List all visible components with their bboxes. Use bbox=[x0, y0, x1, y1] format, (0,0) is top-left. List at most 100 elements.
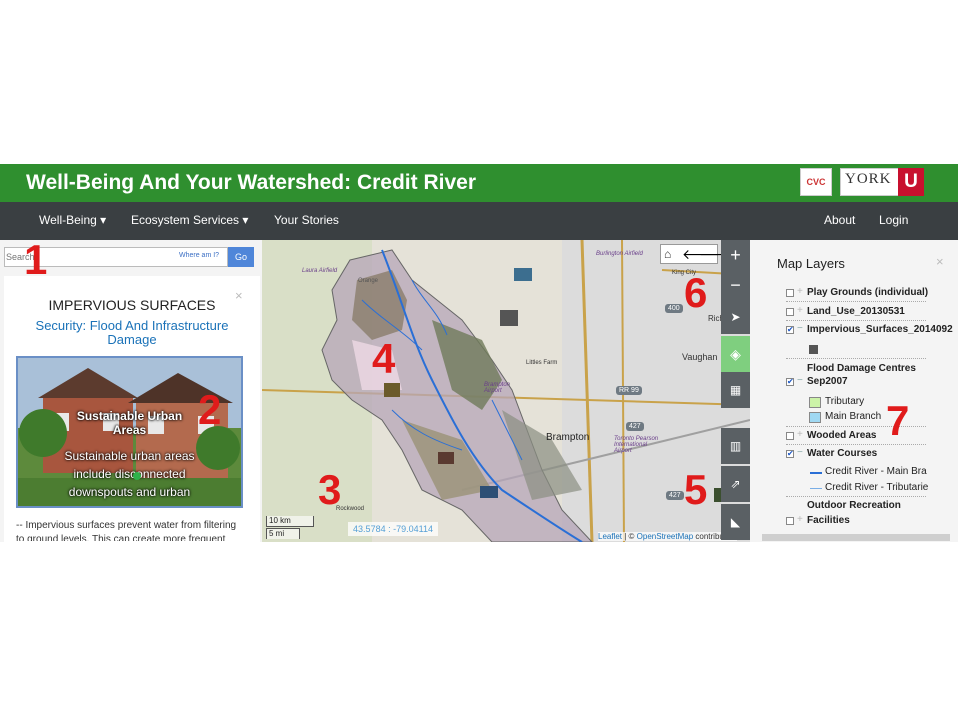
zoom-out-button[interactable]: − bbox=[721, 270, 750, 300]
divider bbox=[786, 444, 926, 446]
basemap-button[interactable]: ▦ bbox=[721, 372, 750, 408]
annotation-7: 7 bbox=[886, 397, 910, 444]
divider bbox=[786, 358, 926, 360]
divider bbox=[786, 320, 926, 322]
image-caption-line-3: downspouts and urban bbox=[68, 485, 191, 499]
collapse-minus-icon[interactable]: − bbox=[797, 447, 803, 458]
layers-icon: ◈ bbox=[730, 346, 741, 362]
leaflet-link[interactable]: Leaflet bbox=[598, 532, 622, 541]
osm-link[interactable]: OpenStreetMap bbox=[637, 532, 693, 541]
map-label-brampton: Brampton bbox=[546, 432, 590, 443]
divider bbox=[786, 496, 926, 498]
popup-description: -- Impervious surfaces prevent water fro… bbox=[16, 519, 261, 541]
page-title: Well-Being And Your Watershed: Credit Ri… bbox=[26, 171, 477, 194]
cvc-logo-text: CVC bbox=[806, 177, 826, 187]
layer-label-sep2007: Sep2007 bbox=[807, 376, 848, 387]
layer-label-playgrounds: Play Grounds (individual) bbox=[807, 287, 929, 298]
popup-title: IMPERVIOUS SURFACES bbox=[48, 297, 216, 313]
york-logo-u: U bbox=[898, 168, 924, 196]
layer-label-facilities: Facilities bbox=[807, 515, 850, 526]
nav-well-being[interactable]: Well-Being ▾ bbox=[39, 213, 106, 227]
layer-checkbox-impervious[interactable]: ✔ bbox=[786, 326, 794, 334]
map-label-laura: Laura Airfield bbox=[302, 268, 338, 274]
nav-login[interactable]: Login bbox=[879, 213, 908, 227]
layer-checkbox-playgrounds[interactable] bbox=[786, 289, 794, 297]
legend-line-main bbox=[810, 472, 822, 474]
layer-checkbox-wooded[interactable] bbox=[786, 432, 794, 440]
expand-button[interactable]: ◣ bbox=[721, 504, 750, 540]
legend-label-water-tributary: Credit River - Tributarie bbox=[825, 482, 928, 493]
annotation-2: 2 bbox=[198, 386, 222, 433]
legend-label-main-branch: Main Branch bbox=[825, 411, 882, 422]
layer-label-flood-damage: Flood Damage Centres bbox=[807, 363, 916, 374]
legend-swatch-tributary bbox=[809, 397, 821, 408]
map-attribution: Leaflet | © OpenStreetMap contributors bbox=[598, 532, 738, 541]
scale-km: 10 km bbox=[266, 516, 314, 527]
map-label-burlington: Burlington Airfield bbox=[596, 251, 643, 257]
layers-scrollbar[interactable] bbox=[762, 534, 950, 541]
chart-button[interactable]: ▥ bbox=[721, 428, 750, 464]
layers-button[interactable]: ◈ bbox=[721, 336, 750, 372]
layer-checkbox-facilities[interactable] bbox=[786, 517, 794, 525]
image-caption-line-1: Sustainable urban areas bbox=[64, 449, 195, 463]
layer-label-water-courses: Water Courses bbox=[807, 448, 878, 459]
layer-label-wooded: Wooded Areas bbox=[807, 430, 877, 441]
legend-label-water-main: Credit River - Main Bra bbox=[825, 466, 927, 477]
expand-plus-icon[interactable]: + bbox=[797, 514, 803, 525]
annotation-5: 5 bbox=[684, 466, 708, 513]
divider bbox=[786, 301, 926, 303]
road-shield-427a: 427 bbox=[626, 422, 644, 431]
layer-checkbox-flood-damage[interactable]: ✔ bbox=[786, 378, 794, 386]
map-nav-toolbar: ⌂ 🡐 🡒 bbox=[660, 244, 737, 264]
road-shield-427b: 427 bbox=[666, 491, 684, 500]
collapse-minus-icon[interactable]: − bbox=[797, 323, 803, 334]
legend-swatch-impervious bbox=[809, 345, 818, 354]
locate-button[interactable]: ➤ bbox=[721, 300, 750, 334]
search-go-button[interactable]: Go bbox=[228, 247, 254, 267]
map-label-littles-farm: Littles Farm bbox=[526, 360, 558, 366]
map-label-pearson: Toronto Pearson International Airport bbox=[614, 436, 659, 454]
share-button[interactable]: ⇗ bbox=[721, 466, 750, 502]
basemap-icon: ▦ bbox=[729, 383, 742, 397]
layers-close-icon[interactable]: × bbox=[936, 254, 944, 269]
road-shield-400: 400 bbox=[665, 304, 683, 313]
road-shield-rr99: RR 99 bbox=[616, 386, 642, 395]
layers-title: Map Layers bbox=[777, 256, 845, 271]
annotation-4: 4 bbox=[372, 335, 396, 382]
expand-icon: ◣ bbox=[730, 515, 741, 529]
collapse-minus-icon[interactable]: − bbox=[797, 375, 803, 386]
expand-plus-icon[interactable]: + bbox=[797, 305, 803, 316]
popup-subtitle: Security: Flood And Infrastructure Damag… bbox=[35, 318, 229, 347]
image-caption-line-2: include disconnected bbox=[73, 467, 186, 481]
cvc-logo[interactable]: CVC bbox=[800, 168, 832, 196]
carousel-indicator[interactable] bbox=[133, 472, 141, 480]
description-line-2: to ground levels. This can create more f… bbox=[16, 534, 226, 541]
map-label-orange: Orange bbox=[358, 278, 379, 284]
home-icon[interactable]: ⌂ bbox=[664, 247, 671, 261]
location-arrow-icon: ➤ bbox=[730, 310, 741, 324]
description-line-1: -- Impervious surfaces prevent water fro… bbox=[16, 520, 237, 531]
scale-mi: 5 mi bbox=[266, 528, 300, 539]
expand-plus-icon[interactable]: + bbox=[797, 286, 803, 297]
nav-your-stories[interactable]: Your Stories bbox=[274, 213, 339, 227]
annotation-6: 6 bbox=[684, 269, 708, 316]
map-label-brampton-airport: Brampton Airport bbox=[484, 382, 511, 394]
attribution-sep: | © bbox=[622, 532, 637, 541]
annotation-1: 1 bbox=[24, 236, 48, 283]
legend-swatch-main-branch bbox=[809, 412, 821, 423]
layer-label-outdoor-recreation: Outdoor Recreation bbox=[807, 500, 901, 511]
nav-about[interactable]: About bbox=[824, 213, 855, 227]
coordinates-readout: 43.5784 : -79.04114 bbox=[348, 522, 438, 536]
layer-checkbox-land-use[interactable] bbox=[786, 308, 794, 316]
layer-label-impervious: Impervious_Surfaces_2014092 bbox=[807, 324, 953, 335]
legend-line-tributary bbox=[810, 488, 822, 489]
layer-checkbox-water-courses[interactable]: ✔ bbox=[786, 450, 794, 458]
expand-plus-icon[interactable]: + bbox=[797, 429, 803, 440]
zoom-in-button[interactable]: + bbox=[721, 240, 750, 270]
nav-ecosystem-services[interactable]: Ecosystem Services ▾ bbox=[131, 213, 248, 227]
york-logo-text: YORK bbox=[845, 171, 892, 187]
share-icon: ⇗ bbox=[730, 477, 741, 491]
bar-chart-icon: ▥ bbox=[729, 439, 742, 453]
where-am-i-link[interactable]: Where am I? bbox=[179, 252, 219, 259]
legend-label-tributary: Tributary bbox=[825, 396, 865, 407]
